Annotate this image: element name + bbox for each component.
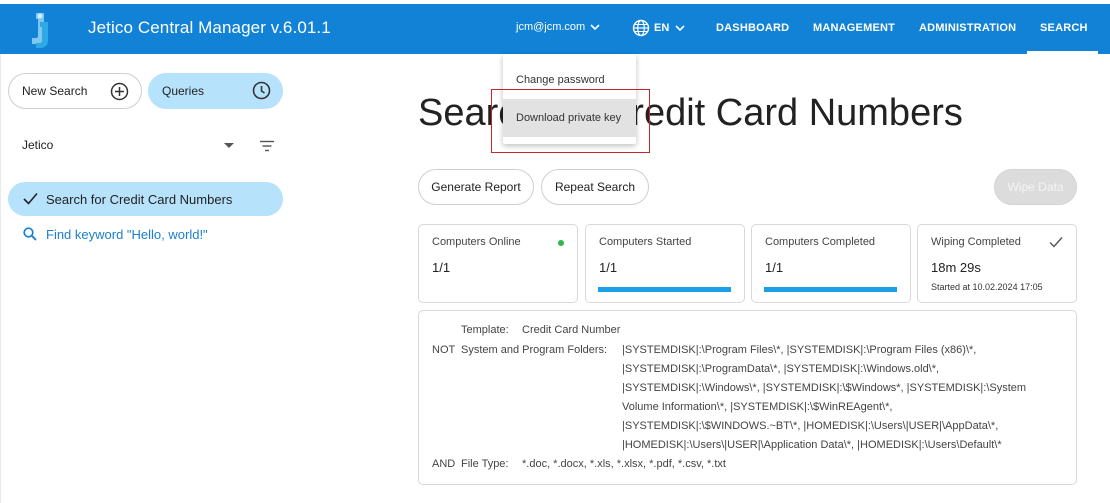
nav-active-indicator — [1027, 51, 1098, 54]
template-value: Credit Card Number — [522, 324, 621, 336]
chevron-down-icon — [590, 24, 600, 31]
user-menu-toggle[interactable]: jcm@jcm.com — [516, 21, 601, 33]
generate-report-button[interactable]: Generate Report — [418, 169, 534, 205]
filetype-label: File Type: — [461, 458, 509, 470]
filetype-value: *.doc, *.docx, *.xls, *.xlsx, *.pdf, *.c… — [522, 458, 726, 470]
card-label: Computers Completed — [765, 236, 876, 248]
and-operator: AND — [432, 458, 456, 470]
queries-button[interactable]: Queries — [148, 73, 283, 109]
query-item[interactable]: Find keyword "Hello, world!" — [8, 217, 283, 251]
folders-line: |SYSTEMDISK|:\Program Files\*, |SYSTEMDI… — [622, 344, 977, 356]
card-label: Computers Online — [432, 236, 521, 248]
nav-dashboard[interactable]: DASHBOARD — [716, 22, 789, 34]
app-title: Jetico Central Manager v.6.01.1 — [88, 18, 331, 37]
card-value: 1/1 — [765, 260, 784, 275]
wipe-data-button[interactable]: Wipe Data — [994, 169, 1077, 205]
clock-icon — [252, 81, 271, 100]
template-label: Template: — [461, 324, 509, 336]
progress-bar — [598, 287, 731, 292]
card-value: 1/1 — [432, 260, 451, 275]
new-search-button[interactable]: New Search — [8, 73, 142, 109]
page-title: Search for Credit Card Numbers — [418, 92, 963, 134]
nav-administration[interactable]: ADMINISTRATION — [919, 22, 1016, 34]
folders-line: |SYSTEMDISK|:\Windows\*, |SYSTEMDISK|:\$… — [622, 382, 1027, 394]
folders-label: System and Program Folders: — [461, 344, 608, 356]
filter-icon[interactable] — [259, 140, 275, 152]
caret-down-icon[interactable] — [224, 143, 234, 149]
globe-icon — [632, 19, 650, 37]
card-value: 18m 29s — [931, 260, 981, 275]
nav-search[interactable]: SEARCH — [1040, 22, 1088, 34]
search-icon — [23, 227, 37, 241]
queries-label: Queries — [162, 84, 205, 98]
language-label: EN — [654, 22, 670, 34]
stat-card-wiping-completed: Wiping Completed 18m 29s Started at 10.0… — [917, 224, 1077, 303]
stat-card-computers-started: Computers Started 1/1 — [585, 224, 745, 303]
progress-bar — [764, 287, 897, 292]
card-value: 1/1 — [599, 260, 618, 275]
query-item-label: Find keyword "Hello, world!" — [46, 226, 208, 242]
check-icon — [1049, 237, 1063, 248]
online-status-dot — [558, 240, 564, 246]
repeat-search-button[interactable]: Repeat Search — [541, 169, 649, 205]
folders-line: |HOMEDISK|:\Users\|USER|\Application Dat… — [622, 439, 1002, 451]
download-private-key-menu-item[interactable]: Download private key — [503, 99, 636, 137]
add-circle-icon — [110, 82, 129, 101]
folders-line: Volume Information\*, |SYSTEMDISK|:\$Win… — [622, 401, 893, 413]
sidebar: New Search Queries Jetico Search for Cre… — [0, 54, 296, 503]
query-item-label: Search for Credit Card Numbers — [46, 191, 233, 207]
card-label: Wiping Completed — [931, 236, 1021, 248]
user-dropdown-menu: Change password Download private key — [503, 54, 636, 144]
page: Jetico Central Manager v.6.01.1 jcm@jcm.… — [0, 0, 1110, 503]
card-subtext: Started at 10.02.2024 17:05 — [931, 282, 1043, 292]
card-label: Computers Started — [599, 236, 692, 248]
new-search-label: New Search — [22, 84, 88, 98]
stat-card-computers-online: Computers Online 1/1 — [418, 224, 578, 303]
language-selector[interactable]: EN — [632, 19, 687, 37]
chevron-down-icon — [675, 25, 685, 32]
search-details-panel: Template: Credit Card Number NOT System … — [418, 310, 1077, 485]
organization-select[interactable]: Jetico — [22, 138, 53, 152]
change-password-menu-item[interactable]: Change password — [503, 61, 636, 99]
user-email: jcm@jcm.com — [516, 21, 586, 33]
not-operator: NOT — [432, 344, 456, 356]
folders-line: |SYSTEMDISK|:\$WINDOWS.~BT\*, |HOMEDISK|… — [622, 420, 999, 432]
folders-line: |SYSTEMDISK|:\ProgramData\*, |SYSTEMDISK… — [622, 363, 940, 375]
stat-card-computers-completed: Computers Completed 1/1 — [751, 224, 911, 303]
query-item[interactable]: Search for Credit Card Numbers — [8, 182, 283, 216]
jetico-logo — [32, 13, 48, 48]
top-bar: Jetico Central Manager v.6.01.1 jcm@jcm.… — [0, 4, 1110, 54]
check-icon — [23, 192, 38, 205]
nav-management[interactable]: MANAGEMENT — [813, 22, 895, 34]
